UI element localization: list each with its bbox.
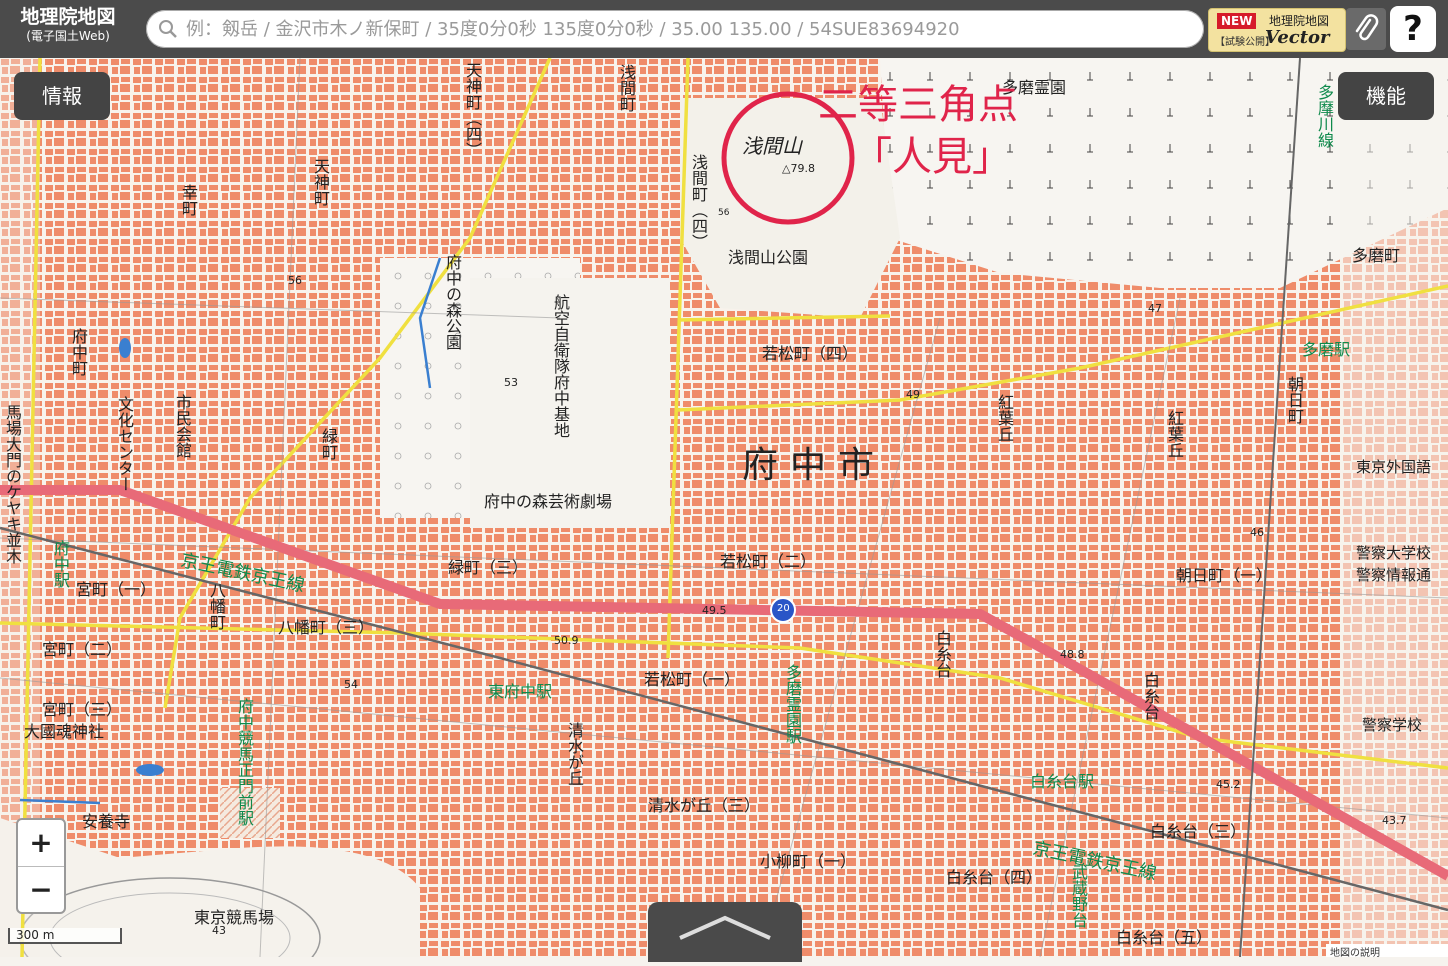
label-hachiman-cho: 八幡町 — [207, 582, 226, 630]
label-tenjin-4: 天神町（四） — [463, 62, 482, 158]
route-20-shield: 20 — [777, 603, 790, 614]
elev-56: 56 — [288, 274, 302, 287]
chevron-up-icon — [679, 915, 771, 940]
label-koyanagi-1: 小柳町（一） — [760, 852, 857, 871]
annotation-line2: 「人見」 — [852, 134, 1012, 180]
label-miyamachi-1: 宮町（一） — [76, 580, 157, 599]
label-sengenyama-park: 浅間山公園 — [728, 248, 809, 267]
label-fuchu-station: 府中駅 — [51, 540, 70, 588]
label-shiraitodai: 白糸台 — [933, 630, 952, 678]
elev-50-9: 50.9 — [554, 634, 579, 647]
label-midori-cho: 緑町 — [319, 428, 338, 460]
search-box[interactable] — [146, 10, 1204, 48]
elev-43-7: 43.7 — [1382, 814, 1407, 827]
label-miyamachi-2: 宮町（二） — [42, 640, 123, 659]
label-geijutsu-gekijo: 府中の森芸術劇場 — [484, 492, 613, 511]
label-tenjin: 天神町 — [311, 158, 330, 206]
label-koyo-oka: 紅葉丘 — [995, 394, 1014, 442]
vector-title: Vector — [1265, 27, 1330, 48]
elev-49-5: 49.5 — [702, 604, 727, 617]
label-tamacho: 多磨町 — [1352, 246, 1401, 265]
label-shiraitodai-5: 白糸台（五） — [1116, 928, 1213, 947]
new-badge: NEW — [1217, 13, 1257, 29]
label-police-academy: 警察大学校 — [1356, 544, 1432, 562]
map-view[interactable]: 府中市 浅間山 △79.8 浅間山公園 多磨霊園 若松町（四） 若松町（二） 若… — [0, 58, 1448, 957]
label-shiraitodai-3: 白糸台（三） — [1150, 822, 1247, 841]
label-baba-daimon: 馬場大門のケヤキ並木 — [3, 404, 22, 564]
help-button[interactable]: ? — [1390, 6, 1436, 52]
elev-45-2: 45.2 — [1216, 778, 1241, 791]
gsi-logo[interactable]: 地理院地図 (電子国土Web) — [8, 6, 128, 44]
label-fuchu-mori-park: 府中の森公園 — [443, 254, 462, 350]
search-input[interactable] — [184, 13, 1188, 45]
label-asahi-cho: 朝日町 — [1285, 376, 1304, 424]
logo-subtitle: (電子国土Web) — [26, 29, 110, 43]
zoom-in-button[interactable]: + — [18, 820, 64, 866]
label-sengenyama: 浅間山 — [742, 134, 802, 158]
label-miyamachi-3: 宮町（三） — [42, 700, 123, 719]
label-police-info: 警察情報通 — [1356, 566, 1432, 584]
label-foreign-studies: 東京外国語 — [1356, 458, 1432, 476]
label-wakamatsu-1: 若松町（一） — [644, 670, 741, 689]
elev-48-8: 48.8 — [1060, 648, 1085, 661]
label-sengen-cho: 浅間町 — [617, 64, 636, 112]
elev-46: 46 — [1250, 526, 1264, 539]
zoom-control: + − — [16, 818, 66, 914]
scale-bar: 300 m — [8, 928, 122, 944]
label-shiraitodai-station: 白糸台駅 — [1030, 772, 1095, 791]
label-hachiman-3: 八幡町（三） — [278, 618, 375, 637]
label-tama-station: 多磨駅 — [1302, 340, 1351, 359]
info-button[interactable]: 情報 — [14, 72, 110, 120]
functions-button[interactable]: 機能 — [1338, 72, 1434, 120]
label-anyoji: 安養寺 — [82, 812, 131, 831]
label-bunka-center: 文化センター — [115, 396, 134, 492]
annotation-line1: 二等三角点 — [818, 82, 1018, 128]
label-wakamatsu-4: 若松町（四） — [762, 344, 859, 363]
label-sengen-cho-4: 浅間町（四） — [689, 154, 708, 250]
label-police-school: 警察学校 — [1362, 716, 1423, 734]
label-shimizugaoka: 清水が丘 — [565, 722, 584, 786]
label-higashifuchu-station: 東府中駅 — [488, 682, 553, 701]
vector-button[interactable]: NEW 【試験公開】 地理院地図 Vector — [1208, 8, 1346, 52]
elev-43: 43 — [212, 924, 226, 937]
clip-button[interactable] — [1346, 8, 1386, 50]
label-jasdf-base: 航空自衛隊府中基地 — [551, 294, 570, 438]
label-elev-56: 56 — [718, 208, 730, 218]
label-shimin-kaikan: 市民会館 — [173, 394, 192, 458]
paperclip-icon — [1355, 14, 1379, 41]
label-tamareien-station: 多磨霊園駅 — [783, 664, 802, 744]
elev-47: 47 — [1148, 302, 1162, 315]
label-fuchu-cho: 府中町 — [69, 328, 88, 376]
label-tamagawa-line: 多摩川線 — [1315, 84, 1334, 148]
label-koyo-oka-east: 紅葉丘 — [1165, 410, 1184, 458]
label-wakamatsu-2: 若松町（二） — [720, 552, 817, 571]
bottom-drawer-handle[interactable] — [648, 902, 802, 962]
map-legend-link[interactable]: 地図の説明 — [1326, 944, 1448, 957]
label-shiraitodai-east: 白糸台 — [1141, 672, 1160, 720]
label-racecourse: 東京競馬場 — [194, 908, 275, 927]
label-midori-3: 緑町（三） — [448, 558, 529, 577]
label-city: 府中市 — [742, 445, 887, 486]
label-musashinodai-station: 武蔵野台 — [1069, 864, 1088, 928]
elev-54: 54 — [344, 678, 358, 691]
label-shimizugaoka-3: 清水が丘（三） — [648, 796, 761, 815]
label-shiraitodai-4: 白糸台（四） — [946, 868, 1043, 887]
label-okunitama-shrine: 大國魂神社 — [24, 722, 105, 741]
label-triangulation-point: △79.8 — [782, 162, 815, 175]
search-icon — [159, 20, 177, 38]
zoom-out-button[interactable]: − — [18, 867, 64, 913]
label-saiwai: 幸町 — [179, 184, 198, 216]
logo-title: 地理院地図 — [20, 6, 116, 28]
elev-53: 53 — [504, 376, 518, 389]
label-asahicho-1: 朝日町（一） — [1176, 566, 1273, 585]
elev-49: 49 — [906, 388, 920, 401]
label-keiba-seimon-station: 府中競馬正門前駅 — [235, 698, 254, 826]
top-bar: 地理院地図 (電子国土Web) NEW 【試験公開】 地理院地図 Vector … — [0, 0, 1448, 58]
